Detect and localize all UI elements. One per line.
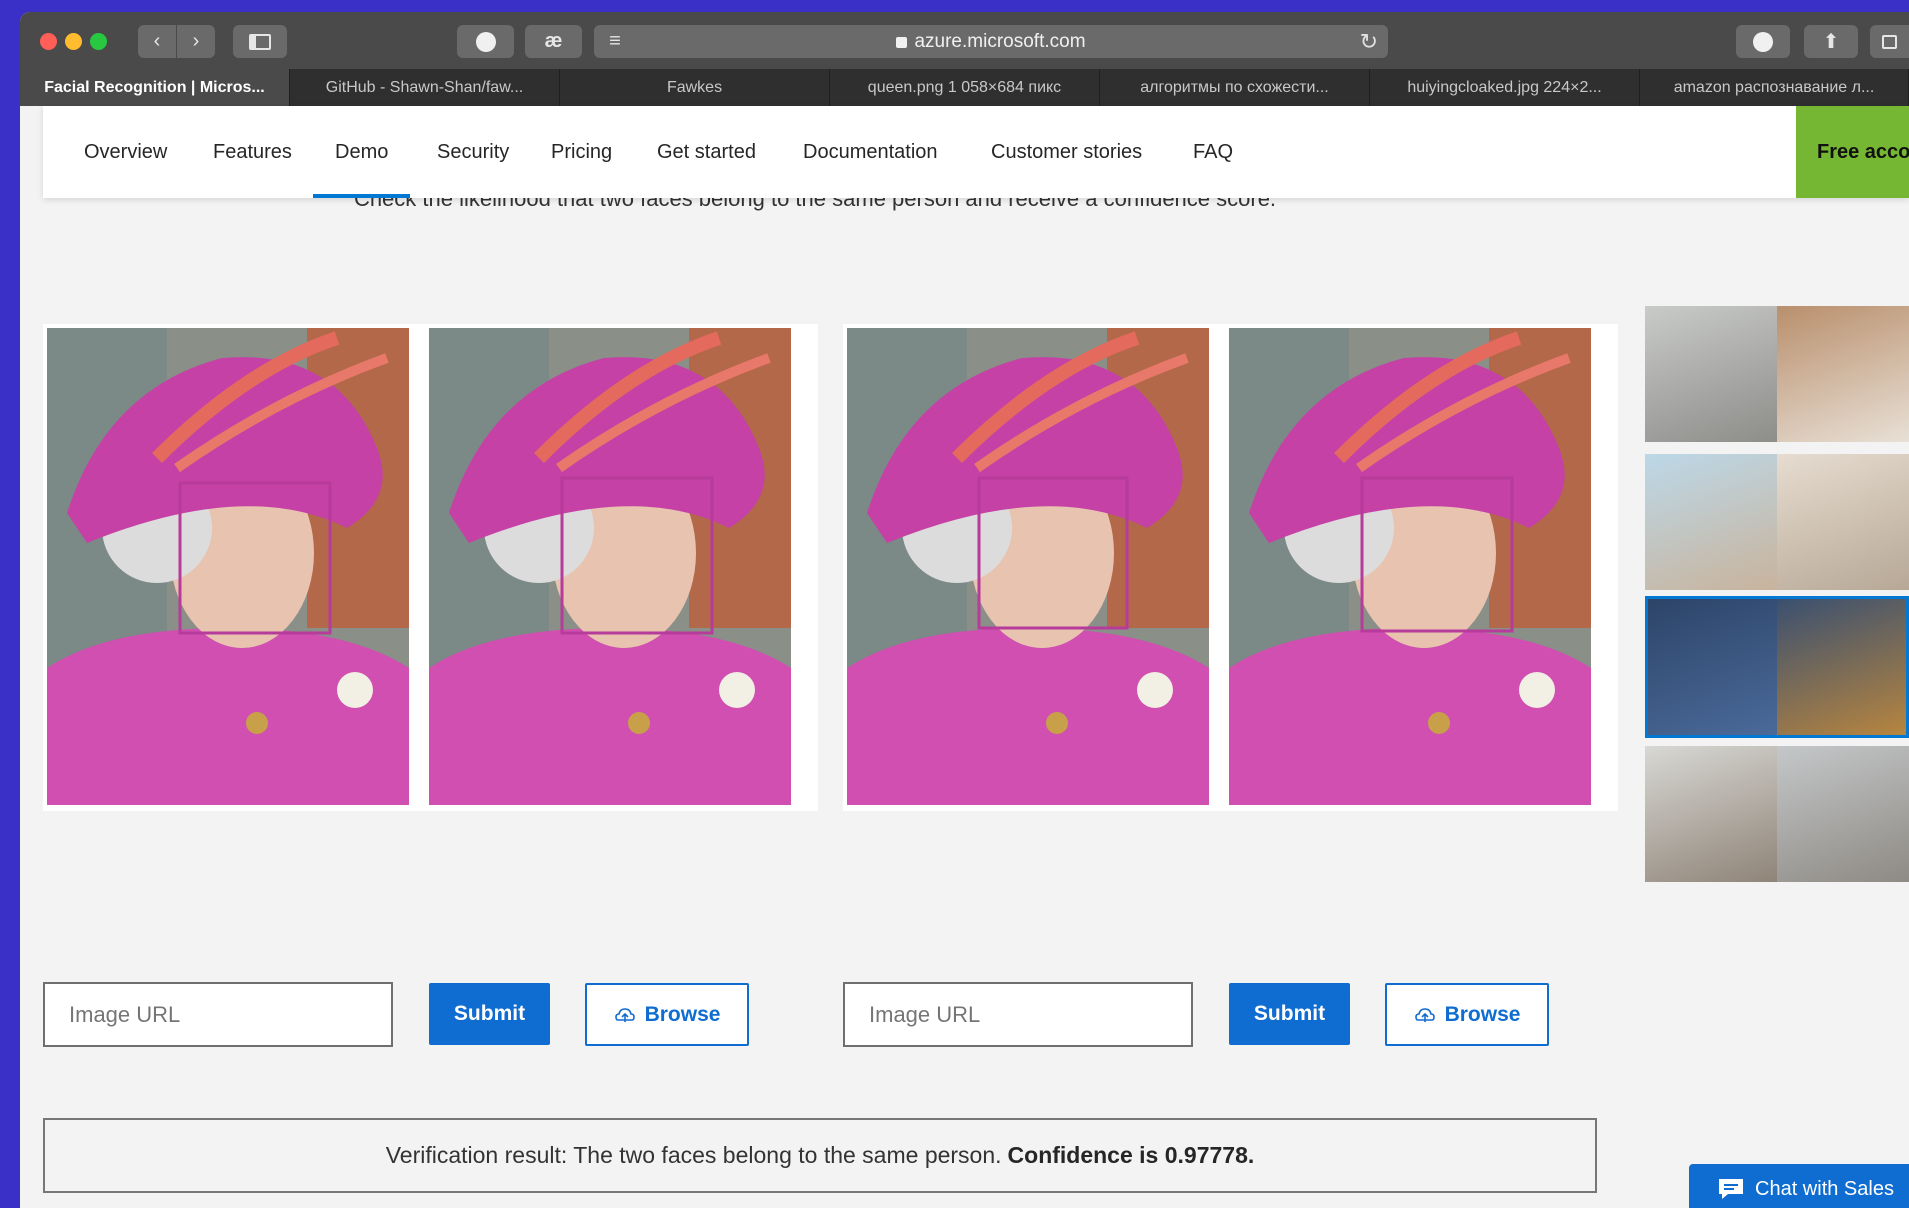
nav-faq[interactable]: FAQ [1193,106,1233,198]
downloads-button[interactable] [1736,25,1790,58]
face-photo[interactable] [47,328,409,805]
sidebar-toggle-button[interactable] [233,25,287,58]
browser-tab[interactable]: huiyingcloaked.jpg 224×2... [1370,69,1640,106]
page-content: Check the likelihood that two faces belo… [20,106,1909,1208]
thumbnail-image [1777,306,1909,442]
ae-icon: æ [544,30,563,52]
queen-photo-image [47,328,409,805]
face-pair-right [843,324,1618,811]
browser-tab[interactable]: GitHub - Shawn-Shan/faw... [290,69,560,106]
share-button[interactable]: ⬆ [1804,25,1858,58]
chat-with-sales-button[interactable]: Chat with Sales [1689,1164,1909,1208]
thumbnail-image [1645,454,1777,590]
minimize-window-button[interactable] [65,33,82,50]
address-text: azure.microsoft.com [914,30,1086,52]
queen-photo-image [1229,328,1591,805]
sample-thumbnail[interactable] [1645,746,1909,882]
tab-bar: Facial Recognition | Micros... GitHub - … [20,69,1909,106]
browser-tab[interactable]: queen.png 1 058×684 пикс [830,69,1100,106]
face-photo[interactable] [1229,328,1591,805]
chevron-right-icon: › [192,30,200,52]
nav-demo[interactable]: Demo [312,106,411,198]
lock-icon [896,37,908,48]
browse-label: Browse [1444,1002,1521,1026]
chat-icon [1719,1179,1743,1199]
back-button[interactable]: ‹ [138,25,176,58]
image-url-input-right[interactable] [843,982,1193,1047]
face-photo[interactable] [847,328,1209,805]
browser-toolbar: ‹ › æ ≡ azure.microsoft.com ↻ ⬆ [20,12,1909,69]
image-url-input-left[interactable] [43,982,393,1047]
browser-tab[interactable]: алгоритмы по схожести... [1100,69,1370,106]
sample-thumbnail[interactable] [1645,306,1909,442]
ae-extension-button[interactable]: æ [525,25,582,58]
reader-mode-button[interactable]: ≡ [594,25,636,58]
face-pair-left [43,324,818,811]
shield-icon [475,31,496,52]
thumbnail-image [1645,746,1777,882]
thumbnail-image [1648,599,1777,735]
verification-result: Verification result: The two faces belon… [43,1118,1597,1193]
browser-tab[interactable]: Fawkes [560,69,830,106]
address-bar[interactable]: azure.microsoft.com ↻ [594,25,1388,58]
result-confidence: Confidence is 0.97778. [1007,1142,1255,1168]
nav-overview[interactable]: Overview [84,106,167,198]
privacy-extension-button[interactable] [457,25,514,58]
browser-tab[interactable]: amazon распознавание л... [1640,69,1909,106]
queen-photo-image [429,328,791,805]
nav-security[interactable]: Security [437,106,509,198]
submit-button-right[interactable]: Submit [1229,983,1350,1045]
sample-thumbnail-selected[interactable] [1645,596,1909,738]
nav-get-started[interactable]: Get started [657,106,756,198]
nav-features[interactable]: Features [213,106,292,198]
queen-photo-image [847,328,1209,805]
reader-icon: ≡ [609,30,621,52]
chevron-left-icon: ‹ [153,30,161,52]
thumbnail-image [1777,746,1909,882]
thumbnail-image [1777,599,1906,735]
thumbnail-image [1645,306,1777,442]
browse-button-left[interactable]: Browse [585,983,749,1046]
nav-customer-stories[interactable]: Customer stories [991,106,1142,198]
maximize-window-button[interactable] [90,33,107,50]
download-icon [1753,31,1773,52]
upload-icon [614,1007,635,1022]
share-icon: ⬆ [1822,31,1840,53]
tabs-icon [1882,34,1897,49]
nav-documentation[interactable]: Documentation [803,106,938,198]
close-window-button[interactable] [40,33,57,50]
browser-tab[interactable]: Facial Recognition | Micros... [20,69,290,106]
browser-window: ‹ › æ ≡ azure.microsoft.com ↻ ⬆ Facial R… [20,12,1909,1208]
chat-label: Chat with Sales [1755,1177,1894,1200]
tab-overview-button[interactable] [1870,25,1909,58]
nav-pricing[interactable]: Pricing [551,106,612,198]
forward-button[interactable]: › [177,25,215,58]
sample-thumbnail[interactable] [1645,454,1909,590]
browse-label: Browse [644,1002,721,1026]
sidebar-icon [249,33,271,50]
browse-button-right[interactable]: Browse [1385,983,1549,1046]
face-photo[interactable] [429,328,791,805]
free-account-button[interactable]: Free account [1796,106,1909,198]
reload-icon[interactable]: ↻ [1360,29,1378,55]
upload-icon [1414,1007,1435,1022]
result-text: Verification result: The two faces belon… [385,1142,1002,1168]
thumbnail-image [1777,454,1909,590]
product-subnav: Overview Features Demo Security Pricing … [43,106,1909,198]
submit-button-left[interactable]: Submit [429,983,550,1045]
